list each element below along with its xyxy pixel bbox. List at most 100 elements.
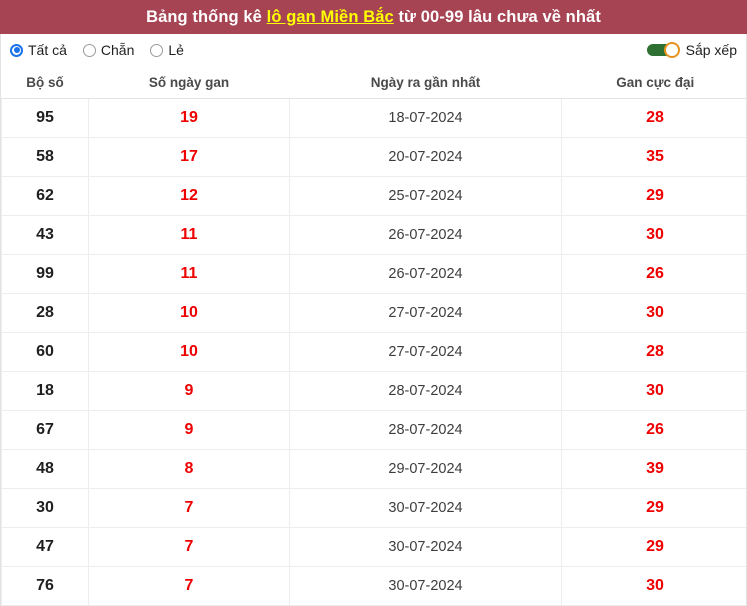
cell-bo-so-value: 48 <box>36 460 54 477</box>
cell-so-ngay-gan-value: 7 <box>185 499 194 516</box>
cell-ngay-ra-gan-nhat-value: 30-07-2024 <box>388 539 462 555</box>
cell-bo-so-value: 62 <box>36 187 54 204</box>
cell-ngay-ra-gan-nhat-value: 25-07-2024 <box>388 188 462 204</box>
table-row[interactable]: 99 11 26-07-2024 26 <box>2 255 747 294</box>
statistics-table-wrapper: Bộ số Số ngày gan Ngày ra gần nhất Gan c… <box>0 66 747 606</box>
radio-option-tat-ca[interactable]: Tất cả <box>10 42 67 58</box>
cell-gan-cuc-dai-value: 26 <box>646 265 664 282</box>
cell-gan-cuc-dai: 30 <box>562 294 747 333</box>
table-row[interactable]: 47 7 30-07-2024 29 <box>2 528 747 567</box>
cell-gan-cuc-dai-value: 39 <box>646 460 664 477</box>
table-row[interactable]: 95 19 18-07-2024 28 <box>2 99 747 138</box>
radio-icon-chan[interactable] <box>83 44 96 57</box>
radio-label-tat-ca: Tất cả <box>28 42 67 58</box>
cell-gan-cuc-dai-value: 35 <box>646 148 664 165</box>
lo-gan-mien-bac-link[interactable]: lô gan Miền Bắc <box>267 8 394 26</box>
table-row[interactable]: 62 12 25-07-2024 29 <box>2 177 747 216</box>
table-row[interactable]: 67928-07-202426 <box>2 411 747 450</box>
cell-ngay-ra-gan-nhat-value: 26-07-2024 <box>388 227 462 243</box>
cell-so-ngay-gan-value: 8 <box>185 460 194 477</box>
cell-gan-cuc-dai: 30 <box>562 372 747 411</box>
cell-bo-so-value: 43 <box>36 226 54 243</box>
cell-gan-cuc-dai-value: 29 <box>646 499 664 516</box>
cell-ngay-ra-gan-nhat: 26-07-2024 <box>290 255 562 294</box>
cell-bo-so-value: 58 <box>36 148 54 165</box>
cell-so-ngay-gan-value: 11 <box>181 265 198 282</box>
cell-ngay-ra-gan-nhat: 18-07-2024 <box>290 99 562 138</box>
column-header-gan-cuc-dai: Gan cực đại <box>562 66 747 99</box>
cell-ngay-ra-gan-nhat: 28-07-2024 <box>290 372 562 411</box>
sort-toggle-switch[interactable] <box>647 42 680 58</box>
cell-bo-so: 62 <box>2 177 89 216</box>
lo-gan-statistics-page: Bảng thống kê lô gan Miền Bắc từ 00-99 l… <box>0 0 747 575</box>
cell-gan-cuc-dai-value: 30 <box>646 577 664 594</box>
cell-bo-so: 67 <box>2 411 89 450</box>
radio-icon-tat-ca[interactable] <box>10 44 23 57</box>
cell-gan-cuc-dai-value: 29 <box>646 187 664 204</box>
cell-so-ngay-gan: 9 <box>89 372 290 411</box>
table-row[interactable]: 18 9 28-07-2024 30 <box>2 372 747 411</box>
table-row[interactable]: 281027-07-202430 <box>2 294 747 333</box>
cell-gan-cuc-dai-value: 30 <box>646 382 664 399</box>
cell-so-ngay-gan: 11 <box>89 216 290 255</box>
radio-label-le: Lẻ <box>168 42 184 58</box>
cell-ngay-ra-gan-nhat-value: 26-07-2024 <box>388 266 462 282</box>
cell-so-ngay-gan-value: 12 <box>180 187 198 204</box>
cell-so-ngay-gan-value: 10 <box>180 343 198 360</box>
cell-gan-cuc-dai: 30 <box>562 216 747 255</box>
cell-gan-cuc-dai-value: 29 <box>646 538 664 555</box>
cell-so-ngay-gan-value: 19 <box>180 109 198 126</box>
radio-icon-le[interactable] <box>150 44 163 57</box>
cell-bo-so-value: 18 <box>36 382 54 399</box>
cell-so-ngay-gan: 10 <box>89 333 290 372</box>
cell-ngay-ra-gan-nhat: 25-07-2024 <box>290 177 562 216</box>
cell-ngay-ra-gan-nhat-value: 18-07-2024 <box>388 110 462 126</box>
table-row[interactable]: 43 11 26-07-2024 30 <box>2 216 747 255</box>
cell-so-ngay-gan: 8 <box>89 450 290 489</box>
cell-ngay-ra-gan-nhat-value: 30-07-2024 <box>388 500 462 516</box>
cell-gan-cuc-dai-value: 28 <box>646 109 664 126</box>
cell-gan-cuc-dai: 26 <box>562 411 747 450</box>
cell-ngay-ra-gan-nhat-value: 27-07-2024 <box>388 305 462 321</box>
cell-so-ngay-gan: 17 <box>89 138 290 177</box>
cell-gan-cuc-dai: 26 <box>562 255 747 294</box>
table-row[interactable]: 76 7 30-07-2024 30 <box>2 567 747 606</box>
cell-so-ngay-gan-value: 7 <box>185 577 194 594</box>
table-row[interactable]: 58 1720-07-2024 35 <box>2 138 747 177</box>
page-title-prefix: Bảng thống kê <box>146 8 267 26</box>
cell-bo-so: 47 <box>2 528 89 567</box>
cell-gan-cuc-dai: 29 <box>562 528 747 567</box>
cell-ngay-ra-gan-nhat: 30-07-2024 <box>290 567 562 606</box>
cell-gan-cuc-dai-value: 30 <box>646 304 664 321</box>
cell-gan-cuc-dai: 29 <box>562 177 747 216</box>
cell-gan-cuc-dai: 28 <box>562 99 747 138</box>
cell-gan-cuc-dai-value: 26 <box>646 421 664 438</box>
cell-bo-so-value: 95 <box>36 109 54 126</box>
table-body: 95 19 18-07-2024 28 58 1720-07-2024 35 62 12 25-0… <box>2 99 747 606</box>
cell-bo-so-value: 76 <box>36 577 54 594</box>
table-row[interactable]: 601027-07-202428 <box>2 333 747 372</box>
column-header-ngay-ra-gan-nhat: Ngày ra gần nhất <box>290 66 562 99</box>
cell-so-ngay-gan-value: 9 <box>185 382 194 399</box>
cell-bo-so-value: 30 <box>36 499 54 516</box>
table-head: Bộ số Số ngày gan Ngày ra gần nhất Gan c… <box>2 66 747 99</box>
radio-option-chan[interactable]: Chẵn <box>83 42 134 58</box>
table-row[interactable]: 30 7 30-07-2024 29 <box>2 489 747 528</box>
cell-gan-cuc-dai: 39 <box>562 450 747 489</box>
cell-ngay-ra-gan-nhat: 30-07-2024 <box>290 528 562 567</box>
cell-bo-so: 43 <box>2 216 89 255</box>
cell-ngay-ra-gan-nhat: 26-07-2024 <box>290 216 562 255</box>
cell-so-ngay-gan-value: 7 <box>185 538 194 555</box>
cell-gan-cuc-dai: 29 <box>562 489 747 528</box>
cell-so-ngay-gan-value: 11 <box>181 226 198 243</box>
radio-option-le[interactable]: Lẻ <box>150 42 184 58</box>
cell-bo-so-value: 99 <box>36 265 54 282</box>
cell-bo-so-value: 47 <box>36 538 54 555</box>
sort-toggle-wrapper[interactable]: Sắp xếp <box>647 42 737 58</box>
cell-so-ngay-gan: 7 <box>89 489 290 528</box>
table-row[interactable]: 48829-07-202439 <box>2 450 747 489</box>
cell-bo-so: 95 <box>2 99 89 138</box>
filter-control-bar: Tất cả Chẵn Lẻ Sắp xếp <box>0 34 747 66</box>
cell-ngay-ra-gan-nhat: 20-07-2024 <box>290 138 562 177</box>
cell-bo-so: 99 <box>2 255 89 294</box>
